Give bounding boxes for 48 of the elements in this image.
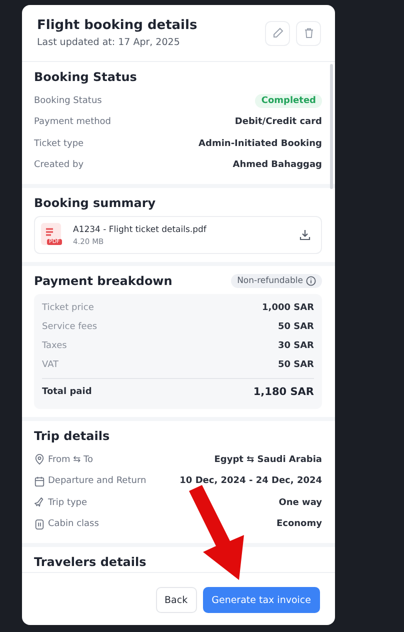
- section-heading: Trip details: [34, 429, 111, 443]
- field-value: One way: [278, 498, 322, 508]
- seat-icon: [34, 518, 45, 530]
- field-value: 10 Dec, 2024 - 24 Dec, 2024: [180, 476, 322, 486]
- calendar-icon: [34, 476, 45, 487]
- field-value: Admin-Initiated Booking: [198, 138, 322, 149]
- field-label: Created by: [34, 160, 84, 170]
- fee-label: Service fees: [42, 322, 98, 332]
- section-heading: Booking summary: [34, 196, 157, 210]
- section-heading: Travelers details: [34, 555, 148, 569]
- field-label: Booking Status: [34, 96, 102, 106]
- status-badge: Completed: [255, 94, 322, 108]
- delete-button[interactable]: [296, 20, 321, 46]
- field-label: Ticket type: [34, 138, 84, 149]
- refund-tag: Non-refundable: [231, 274, 322, 288]
- field-label: Trip type: [48, 498, 88, 508]
- fee-label: Ticket price: [42, 302, 94, 312]
- field-value: Debit/Credit card: [234, 117, 322, 128]
- edit-button[interactable]: [265, 20, 290, 46]
- fee-label: Taxes: [42, 340, 67, 350]
- scrollbar-thumb[interactable]: [330, 64, 333, 189]
- field-label: Cabin class: [48, 519, 99, 530]
- generate-invoice-button[interactable]: Generate tax invoice: [202, 587, 320, 613]
- fee-amount: 1,000 SAR: [262, 302, 314, 312]
- fee-amount: 50 SAR: [278, 322, 314, 332]
- last-updated-text: Last updated at: 17 Apr, 2025: [37, 37, 181, 48]
- pencil-icon: [272, 27, 284, 39]
- fee-amount: 30 SAR: [278, 340, 314, 350]
- airplane-icon: [34, 497, 45, 508]
- total-label: Total paid: [42, 387, 92, 397]
- field-value: Economy: [276, 519, 322, 530]
- trash-icon: [302, 27, 314, 39]
- location-pin-icon: [34, 454, 45, 466]
- field-value: Egypt ⇆ Saudi Arabia: [214, 454, 322, 465]
- field-label: Departure and Return: [48, 476, 146, 486]
- download-icon[interactable]: [299, 229, 311, 241]
- file-name: A1234 - Flight ticket details.pdf: [73, 224, 208, 234]
- field-label: From ⇆ To: [48, 454, 94, 465]
- field-label: Payment method: [34, 117, 112, 128]
- back-button[interactable]: Back: [156, 587, 197, 613]
- section-heading: Payment breakdown: [34, 274, 172, 288]
- fee-amount: 50 SAR: [278, 360, 314, 370]
- fee-label: VAT: [42, 360, 59, 370]
- field-value: Ahmed Bahaggag: [232, 160, 322, 170]
- total-amount: 1,180 SAR: [253, 386, 314, 398]
- info-icon: [306, 276, 316, 286]
- modal-title: Flight booking details: [37, 18, 198, 33]
- section-heading: Booking Status: [34, 70, 138, 84]
